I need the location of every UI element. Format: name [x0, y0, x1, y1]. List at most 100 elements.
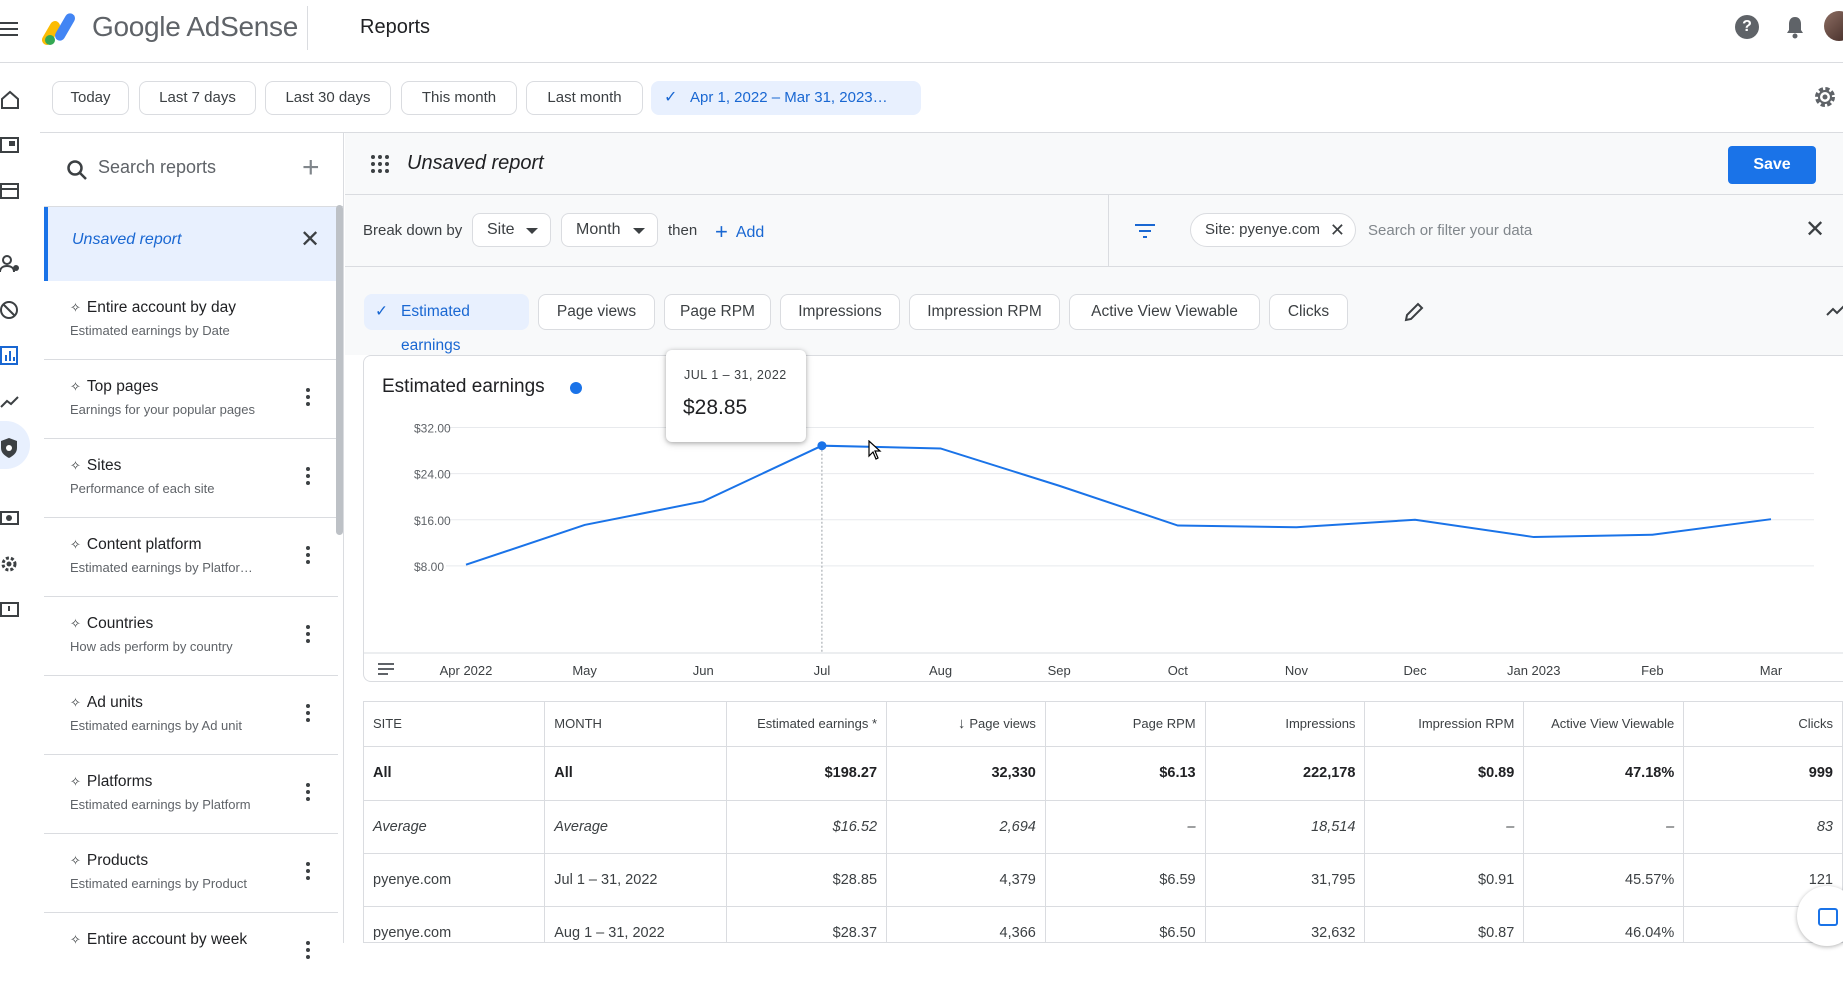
avatar[interactable]	[1824, 11, 1843, 41]
report-item-top-pages[interactable]: ✧ Top pages Earnings for your popular pag…	[44, 360, 338, 439]
add-dimension-button[interactable]: + Add	[715, 219, 764, 245]
search-reports-input[interactable]: Search reports	[98, 157, 216, 178]
chart-legend-icon[interactable]	[378, 662, 394, 676]
table-cell: 32,632	[1205, 906, 1366, 942]
settings-gear-icon[interactable]	[1812, 84, 1838, 110]
metric-chip-estimated-earnings[interactable]: ✓ Estimated earnings	[364, 294, 529, 354]
more-vert-icon[interactable]	[306, 941, 310, 961]
filter-chip-site[interactable]: Site: pyenye.com ✕	[1190, 213, 1356, 247]
report-item-entire-account-by-week[interactable]: ✧ Entire account by week	[44, 913, 338, 992]
report-item-subtitle: Earnings for your popular pages	[70, 402, 256, 417]
more-vert-icon[interactable]	[306, 625, 310, 645]
column-header-impressions[interactable]: Impressions	[1205, 702, 1366, 747]
metric-chip-page-views[interactable]: Page views	[538, 294, 655, 330]
chart-toggle-icon[interactable]	[1826, 301, 1843, 321]
ads-icon[interactable]	[0, 135, 20, 157]
report-item-subtitle: Estimated earnings by Platform	[70, 797, 251, 812]
divider	[1108, 195, 1109, 267]
column-header-clicks[interactable]: Clicks	[1683, 702, 1843, 747]
close-icon[interactable]: ✕	[300, 225, 320, 254]
clear-filters-close-icon[interactable]: ✕	[1805, 215, 1825, 244]
date-last-30-days-chip[interactable]: Last 30 days	[265, 81, 391, 115]
report-item-sites[interactable]: ✧ Sites Performance of each site	[44, 439, 338, 518]
metric-chip-impression-rpm[interactable]: Impression RPM	[909, 294, 1060, 330]
report-item-content-platform[interactable]: ✧ Content platform Estimated earnings by …	[44, 518, 338, 597]
add-report-plus-icon[interactable]: +	[302, 151, 320, 185]
feedback-icon[interactable]	[0, 599, 20, 621]
table-row-total[interactable]: All All $198.27 32,330 $6.13 222,178 $0.…	[364, 746, 1843, 801]
filter-chip-label: Site: pyenye.com	[1205, 221, 1321, 238]
more-vert-icon[interactable]	[306, 546, 310, 566]
help-icon[interactable]: ?	[1735, 15, 1759, 39]
column-header-site[interactable]: SITE	[364, 702, 546, 747]
dimension-month-dropdown[interactable]: Month	[561, 213, 658, 247]
date-today-chip[interactable]: Today	[52, 81, 129, 115]
table-cell: –	[1045, 800, 1206, 854]
edit-pencil-icon[interactable]	[1403, 301, 1425, 323]
privacy-messaging-icon[interactable]	[0, 253, 20, 275]
apps-grid-icon[interactable]	[371, 155, 389, 173]
divider	[307, 6, 308, 50]
dimension-site-dropdown[interactable]: Site	[472, 213, 551, 247]
y-tick-label: $32.00	[414, 422, 451, 436]
then-label: then	[668, 222, 698, 239]
more-vert-icon[interactable]	[306, 704, 310, 724]
account-settings-gear-icon[interactable]	[0, 553, 20, 575]
brand-safety-icon[interactable]	[0, 437, 20, 459]
report-item-platforms[interactable]: ✧ Platforms Estimated earnings by Platfor…	[44, 755, 338, 834]
metric-chip-impressions[interactable]: Impressions	[780, 294, 900, 330]
report-search-row[interactable]: Search reports +	[44, 133, 344, 207]
save-button[interactable]: Save	[1728, 146, 1816, 184]
table-row-average[interactable]: Average Average $16.52 2,694 – 18,514 – …	[364, 800, 1843, 854]
panel-scrollbar[interactable]	[336, 205, 343, 535]
remove-filter-close-icon[interactable]: ✕	[1330, 214, 1345, 246]
metric-chip-page-rpm[interactable]: Page RPM	[664, 294, 771, 330]
filter-search-input[interactable]: Search or filter your data	[1368, 222, 1532, 239]
reports-icon[interactable]	[0, 345, 20, 367]
report-item-products[interactable]: ✧ Products Estimated earnings by Product	[44, 834, 338, 913]
metric-chip-active-view-viewable[interactable]: Active View Viewable	[1069, 294, 1260, 330]
report-item-title: Sites	[86, 457, 122, 474]
x-tick-label: Nov	[1285, 663, 1309, 678]
more-vert-icon[interactable]	[306, 388, 310, 408]
column-header-page-rpm[interactable]: Page RPM	[1045, 702, 1206, 747]
report-item-subtitle: Estimated earnings by Product	[70, 876, 248, 891]
optimization-icon[interactable]	[0, 391, 20, 413]
report-item-title: Platforms	[86, 773, 153, 790]
table-cell: Aug 1 – 31, 2022	[544, 906, 728, 942]
table-row[interactable]: pyenye.com Aug 1 – 31, 2022 $28.37 4,366…	[364, 906, 1843, 942]
more-vert-icon[interactable]	[306, 783, 310, 803]
menu-icon[interactable]	[0, 18, 18, 38]
payments-icon[interactable]	[0, 507, 20, 529]
saved-report-sparkle-icon: ✧	[70, 695, 81, 710]
tooltip-value: $28.85	[683, 396, 748, 419]
more-vert-icon[interactable]	[306, 467, 310, 487]
sites-icon[interactable]	[0, 181, 20, 203]
y-tick-label: $8.00	[414, 560, 444, 574]
more-vert-icon[interactable]	[306, 862, 310, 882]
x-tick-label: Jun	[693, 663, 714, 678]
date-custom-range-chip[interactable]: ✓ Apr 1, 2022 – Mar 31, 2023…	[651, 81, 921, 115]
filter-icon[interactable]	[1135, 223, 1155, 239]
report-name[interactable]: Unsaved report	[407, 152, 544, 175]
metric-chip-clicks[interactable]: Clicks	[1269, 294, 1348, 330]
home-icon[interactable]	[0, 89, 20, 111]
date-this-month-chip[interactable]: This month	[401, 81, 517, 115]
report-item-unsaved[interactable]: Unsaved report ✕	[44, 207, 338, 281]
report-item-title: Entire account by week	[86, 931, 248, 948]
line-chart[interactable]: $8.00 $16.00 $24.00 $32.00 Apr 2022 May Jun Jul…	[364, 356, 1843, 683]
column-header-month[interactable]: MONTH	[544, 702, 728, 747]
column-header-active-view-viewable[interactable]: Active View Viewable	[1523, 702, 1685, 747]
column-header-estimated-earnings[interactable]: Estimated earnings *	[726, 702, 888, 747]
date-last-month-chip[interactable]: Last month	[526, 81, 643, 115]
column-header-impression-rpm[interactable]: Impression RPM	[1364, 702, 1525, 747]
report-item-ad-units[interactable]: ✧ Ad units Estimated earnings by Ad unit	[44, 676, 338, 755]
notifications-bell-icon[interactable]	[1784, 15, 1806, 39]
date-last-7-days-chip[interactable]: Last 7 days	[139, 81, 256, 115]
table-cell: 4,366	[886, 906, 1046, 942]
blocking-controls-icon[interactable]	[0, 299, 20, 321]
table-row[interactable]: pyenye.com Jul 1 – 31, 2022 $28.85 4,379…	[364, 853, 1843, 907]
report-item-countries[interactable]: ✧ Countries How ads perform by country	[44, 597, 338, 676]
report-item-entire-account-by-day[interactable]: ✧ Entire account by day Estimated earning…	[44, 281, 338, 360]
column-header-page-views[interactable]: ↓ Page views	[886, 702, 1046, 747]
